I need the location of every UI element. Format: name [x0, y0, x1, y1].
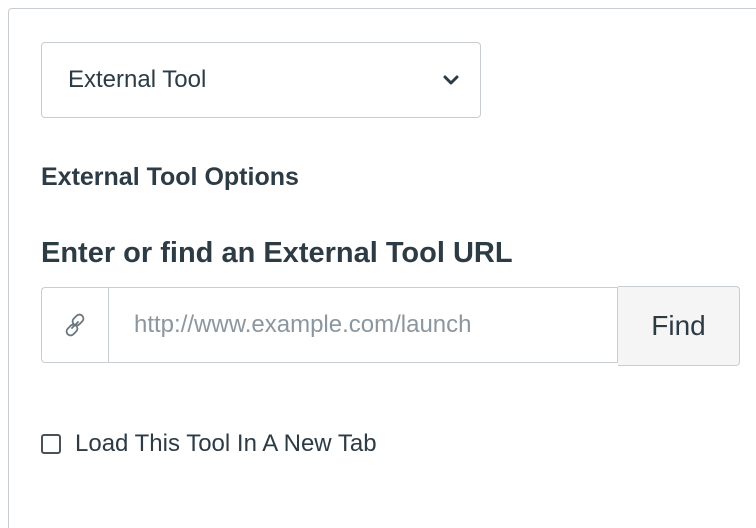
link-icon: [41, 287, 108, 363]
new-tab-checkbox[interactable]: [41, 434, 61, 454]
tool-type-select[interactable]: External Tool: [41, 42, 481, 118]
tool-url-input[interactable]: [108, 287, 618, 363]
url-heading: Enter or find an External Tool URL: [41, 237, 513, 269]
new-tab-option[interactable]: Load This Tool In A New Tab: [41, 430, 377, 458]
new-tab-label: Load This Tool In A New Tab: [75, 430, 377, 457]
find-button[interactable]: Find: [618, 286, 740, 366]
url-input-group: Find: [41, 286, 740, 366]
external-tool-panel: External Tool External Tool Options Ente…: [8, 8, 756, 528]
chevron-down-icon: [442, 71, 460, 89]
external-tool-options-title: External Tool Options: [41, 163, 299, 191]
tool-type-select-value: External Tool: [68, 66, 207, 93]
